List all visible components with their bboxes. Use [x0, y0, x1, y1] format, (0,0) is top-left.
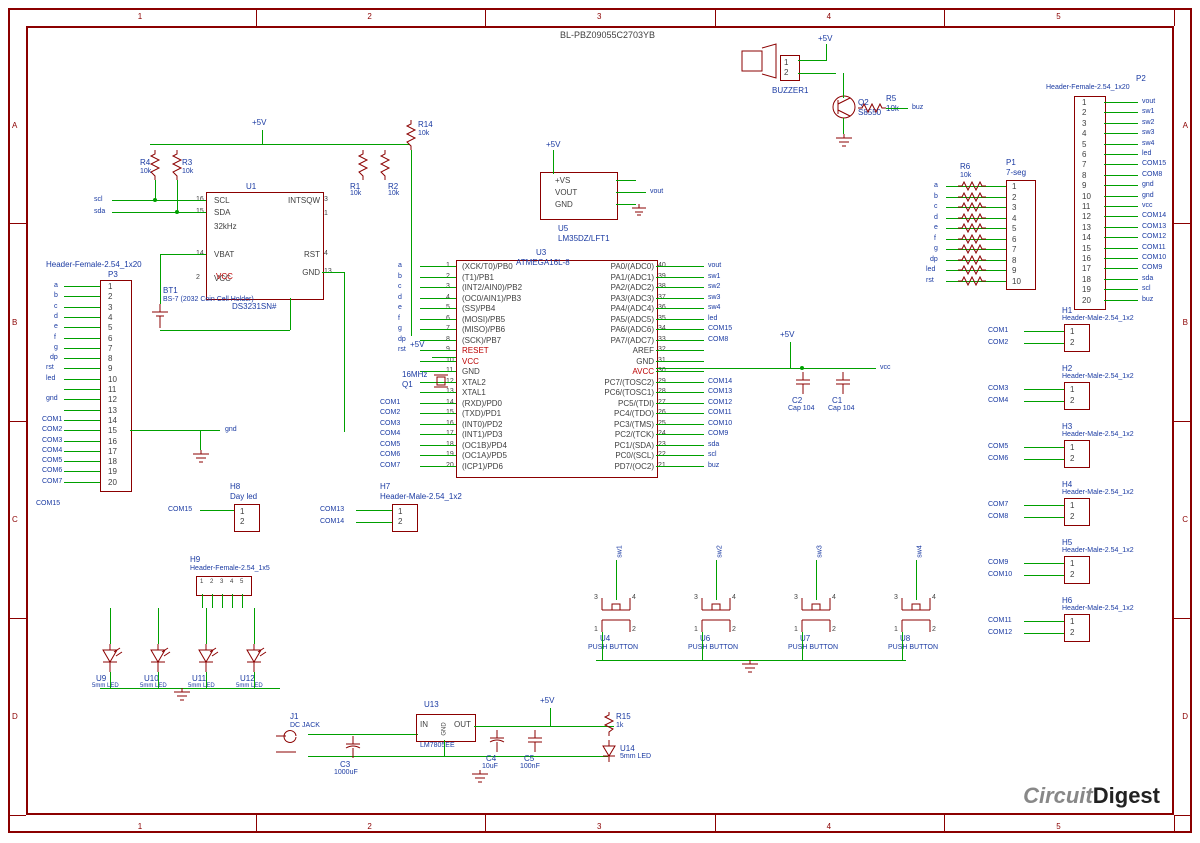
- r2: [380, 150, 390, 180]
- r14: [406, 120, 416, 150]
- c2-sym: [796, 372, 810, 394]
- h8-box: [234, 504, 260, 532]
- net-scl: scl: [94, 196, 103, 203]
- buzzer-ref: BUZZER1: [772, 86, 808, 95]
- buzzer-symbol: [742, 46, 782, 76]
- p1-ref: P1: [1006, 158, 1016, 167]
- net-vout1: vout: [650, 188, 663, 195]
- h8-ref: H8: [230, 482, 240, 491]
- j1-part: DC JACK: [290, 722, 320, 729]
- u5-part: LM35DZ/LFT1: [558, 234, 610, 243]
- h7-ref: H7: [380, 482, 390, 491]
- p3-part: Header-Female-2.54_1x20: [46, 260, 142, 269]
- p2-ref: P2: [1136, 74, 1146, 83]
- h8-part: Day led: [230, 492, 257, 501]
- h7-part: Header-Male-2.54_1x2: [380, 492, 462, 501]
- pwr-5v-a: +5V: [252, 118, 266, 127]
- bt1-ref: BT1: [163, 286, 178, 295]
- q1-val: 16MHz: [402, 370, 427, 379]
- net-gndlabel: gnd: [225, 426, 237, 433]
- net-buz: buz: [912, 104, 923, 111]
- p2-part: Header-Female-2.54_1x20: [1046, 84, 1130, 91]
- r5-sym: [858, 104, 886, 112]
- schematic-sheet: {} 1 1 2 2 3 3 4 4 5 5 A A B B C C D D B…: [0, 0, 1200, 843]
- u5-box: [540, 172, 618, 220]
- r4: [150, 150, 160, 180]
- q1-sym: [434, 372, 448, 390]
- u3-ref: U3: [536, 248, 546, 257]
- bt1-sym: [150, 304, 170, 330]
- p3-ref: P3: [108, 270, 118, 279]
- bt1-part: BS-7 (2032 Coin Cell Holder): [163, 296, 254, 303]
- q1-ref: Q1: [402, 380, 413, 389]
- brand-logo: CircuitDigest: [1023, 783, 1160, 809]
- u3-part: ATMEGA16L-8: [516, 258, 570, 267]
- h9-part: Header-Female-2.54_1x5: [190, 565, 270, 572]
- u14-led: [600, 740, 618, 762]
- u1-part: DS3231SN#: [232, 302, 276, 311]
- j1-ref: J1: [290, 712, 298, 721]
- buzzer-5v: +5V: [818, 34, 832, 43]
- net-vcc: vcc: [880, 364, 891, 371]
- net-sda: sda: [94, 208, 105, 215]
- u5-5v: +5V: [546, 140, 560, 149]
- r15-sym: [604, 712, 614, 736]
- p1-box: [1006, 180, 1036, 290]
- u1-ref: U1: [246, 182, 256, 191]
- h7-box: [392, 504, 418, 532]
- sheet-title: BL-PBZ09055C2703YB: [560, 30, 655, 40]
- h9-box: [196, 576, 252, 596]
- gnd-buzzer: [834, 134, 854, 148]
- buzzer-pinbox: [780, 55, 800, 81]
- j1-sym: [276, 730, 310, 758]
- r5-ref: R5: [886, 94, 896, 103]
- r3: [172, 150, 182, 180]
- u3-5v: +5V: [410, 340, 424, 349]
- c3-sym: [346, 736, 360, 758]
- u5-ref: U5: [558, 224, 568, 233]
- h9-ref: H9: [190, 555, 200, 564]
- c1-sym: [836, 372, 850, 394]
- p1-part: 7-seg: [1006, 168, 1026, 177]
- r1: [358, 150, 368, 180]
